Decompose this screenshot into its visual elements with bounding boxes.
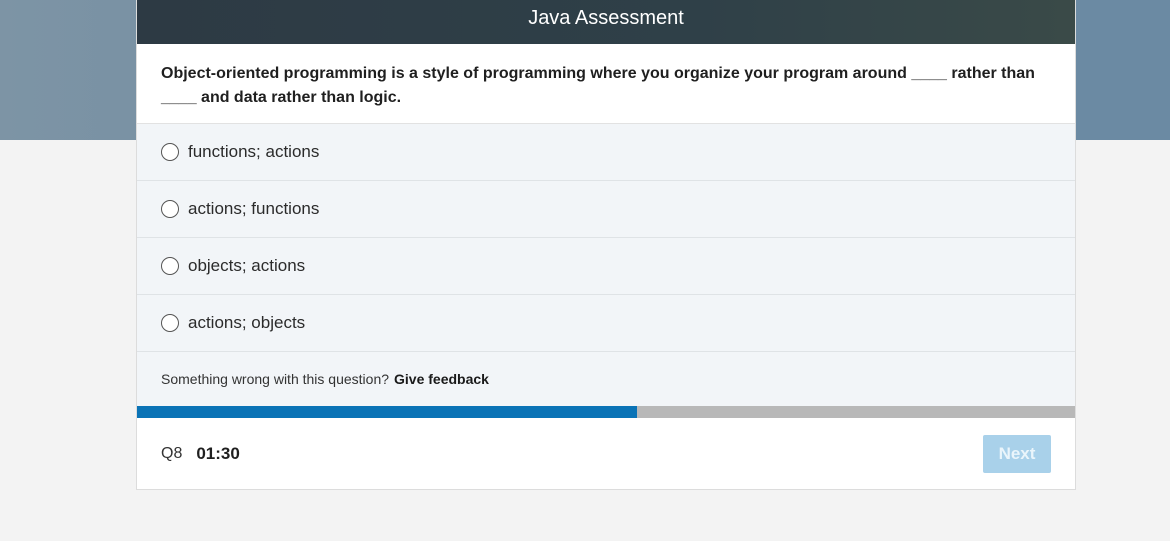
progress-bar-fill (137, 406, 637, 418)
next-button[interactable]: Next (983, 435, 1051, 473)
answer-option-label: objects; actions (188, 256, 306, 275)
feedback-prompt: Something wrong with this question? (161, 371, 390, 387)
assessment-footer: Q8 01:30 Next (137, 418, 1075, 490)
radio-button-icon[interactable] (161, 143, 179, 161)
answer-options: functions; actions actions; functions ob… (137, 124, 1075, 352)
countdown-timer: 01:30 (196, 444, 240, 463)
assessment-title: Java Assessment (137, 0, 1075, 44)
answer-option-3[interactable]: objects; actions (137, 238, 1075, 295)
answer-option-label: functions; actions (188, 142, 320, 161)
radio-button-icon[interactable] (161, 200, 179, 218)
feedback-row: Something wrong with this question? Give… (137, 352, 1075, 406)
question-number: Q8 (161, 445, 183, 462)
progress-bar (137, 406, 1075, 418)
answer-option-2[interactable]: actions; functions (137, 181, 1075, 238)
assessment-card: Java Assessment Object-oriented programm… (136, 0, 1076, 490)
question-text: Object-oriented programming is a style o… (137, 44, 1075, 124)
answer-option-4[interactable]: actions; objects (137, 295, 1075, 352)
radio-button-icon[interactable] (161, 257, 179, 275)
radio-button-icon[interactable] (161, 314, 179, 332)
answer-option-label: actions; objects (188, 313, 306, 332)
answer-option-label: actions; functions (188, 199, 320, 218)
answer-option-1[interactable]: functions; actions (137, 124, 1075, 181)
give-feedback-link[interactable]: Give feedback (394, 371, 489, 387)
